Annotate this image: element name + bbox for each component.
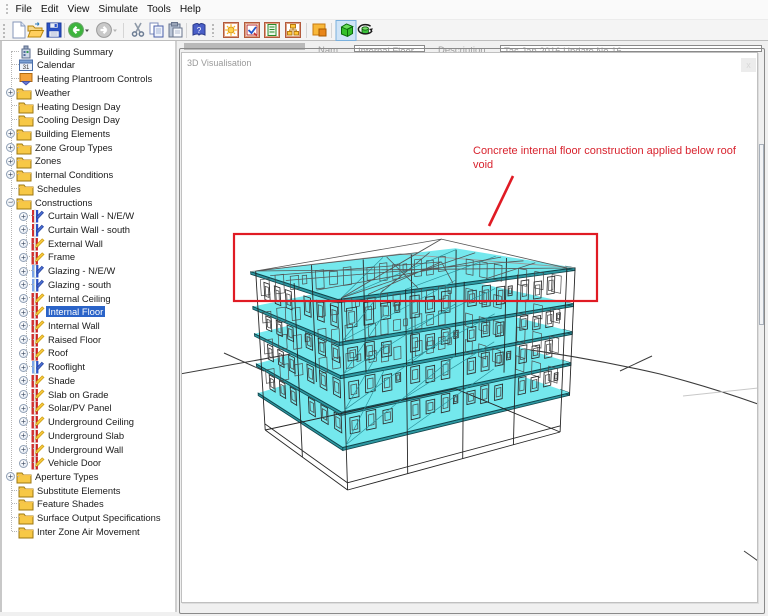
svg-text:?: ? xyxy=(197,26,202,35)
